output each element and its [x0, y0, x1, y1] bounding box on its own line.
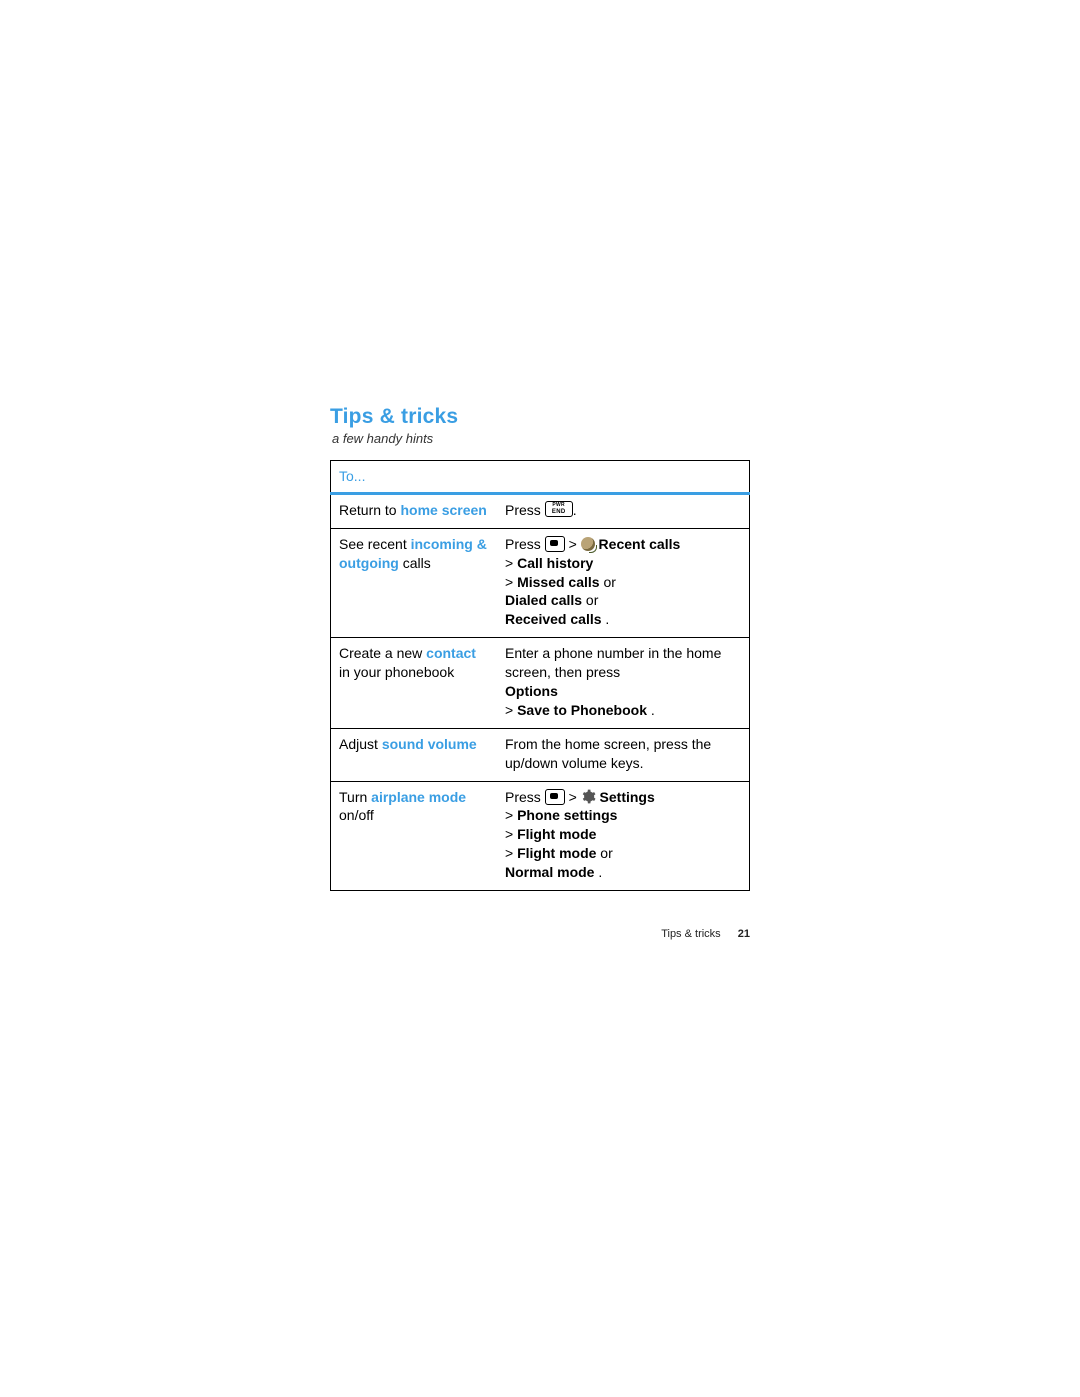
text: > — [505, 555, 517, 571]
table-header: To... — [331, 461, 750, 494]
menu-item: Flight mode — [517, 845, 596, 861]
row-task: Adjust sound volume — [331, 728, 498, 781]
text: > — [505, 574, 517, 590]
text: Adjust — [339, 736, 382, 752]
menu-item: Phone settings — [517, 807, 617, 823]
text: Create a new — [339, 645, 426, 661]
text: or — [596, 845, 612, 861]
text: > — [505, 807, 517, 823]
tips-table: To... Return to home screen Press . See … — [330, 460, 750, 891]
menu-item: Flight mode — [517, 826, 596, 842]
menu-item: Save to Phonebook — [517, 702, 647, 718]
row-action: From the home screen, press the up/down … — [497, 728, 750, 781]
highlight: contact — [426, 645, 476, 661]
page-number: 21 — [738, 928, 750, 940]
highlight: airplane mode — [371, 789, 466, 805]
row-action: Enter a phone number in the home screen,… — [497, 638, 750, 729]
end-key-icon — [545, 501, 573, 517]
menu-item: Recent calls — [599, 536, 681, 552]
text: . — [647, 702, 655, 718]
menu-item: Dialed calls — [505, 592, 582, 608]
section-title: Tips & tricks — [330, 405, 750, 429]
row-action: Press > Recent calls > Call history > Mi… — [497, 528, 750, 637]
footer-label: Tips & tricks — [661, 928, 721, 940]
text: in your phonebook — [339, 664, 454, 680]
text: See recent — [339, 536, 411, 552]
text: . — [594, 864, 602, 880]
row-task: Turn airplane mode on/off — [331, 781, 498, 890]
row-action: Press > Settings > Phone settings > Flig… — [497, 781, 750, 890]
menu-item: Options — [505, 683, 558, 699]
highlight: home screen — [400, 502, 486, 518]
text: Return to — [339, 502, 400, 518]
section-subtitle: a few handy hints — [332, 431, 750, 446]
table-row: Adjust sound volume From the home screen… — [331, 728, 750, 781]
text: From the home screen, press the up/down … — [505, 736, 711, 771]
text: > — [505, 702, 517, 718]
text: > — [505, 845, 517, 861]
highlight: sound volume — [382, 736, 477, 752]
text: calls — [399, 555, 431, 571]
menu-item: Missed calls — [517, 574, 600, 590]
page-footer: Tips & tricks 21 — [330, 928, 750, 940]
text: Enter a phone number in the home screen,… — [505, 645, 721, 680]
menu-item: Call history — [517, 555, 593, 571]
text: on/off — [339, 807, 374, 823]
text: or — [600, 574, 616, 590]
menu-item: Received calls — [505, 611, 602, 627]
table-row: See recent incoming & outgoing calls Pre… — [331, 528, 750, 637]
recent-calls-icon — [581, 537, 595, 551]
row-task: Create a new contact in your phonebook — [331, 638, 498, 729]
text: Press — [505, 536, 545, 552]
text: Press — [505, 789, 545, 805]
table-row: Return to home screen Press . — [331, 493, 750, 528]
center-key-icon — [545, 789, 565, 805]
text: or — [582, 592, 598, 608]
menu-item: Normal mode — [505, 864, 594, 880]
text: . — [602, 611, 610, 627]
row-action: Press . — [497, 493, 750, 528]
text: . — [573, 502, 577, 518]
table-row: Create a new contact in your phonebook E… — [331, 638, 750, 729]
table-row: Turn airplane mode on/off Press > Settin… — [331, 781, 750, 890]
manual-page: Tips & tricks a few handy hints To... Re… — [330, 405, 750, 891]
row-task: Return to home screen — [331, 493, 498, 528]
center-key-icon — [545, 536, 565, 552]
text: > — [505, 826, 517, 842]
menu-item: Settings — [600, 789, 655, 805]
gear-icon — [581, 789, 596, 804]
row-task: See recent incoming & outgoing calls — [331, 528, 498, 637]
text: Turn — [339, 789, 371, 805]
text: Press — [505, 502, 545, 518]
